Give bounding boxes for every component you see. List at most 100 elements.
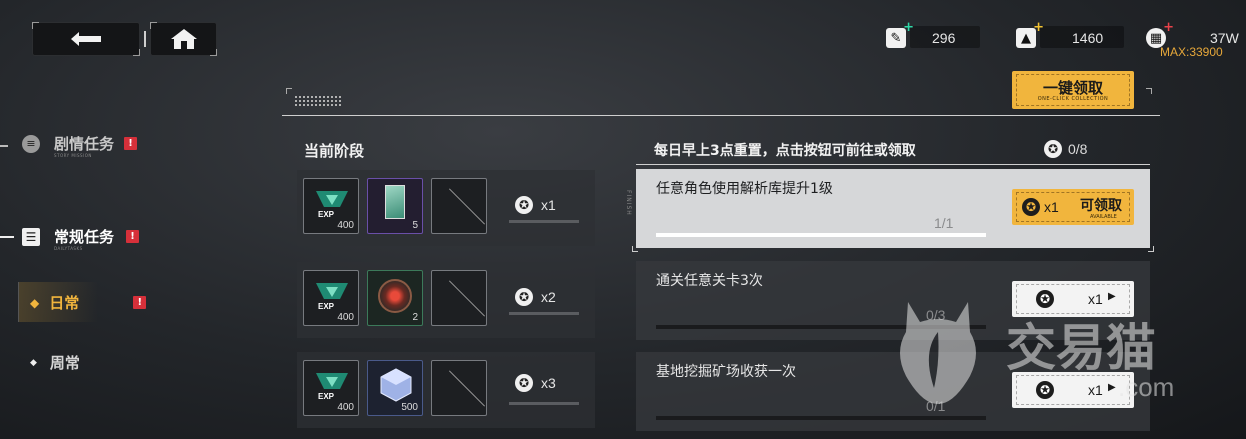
exp-icon: EXP (316, 283, 348, 311)
resource-value: 37W (1210, 30, 1239, 46)
star-coin-icon: ✪ (1044, 140, 1062, 158)
frame-line (282, 115, 1160, 116)
reward-track (509, 312, 579, 315)
stage-reward: ✪ x2 (515, 288, 556, 306)
item-count: 400 (337, 312, 354, 323)
svg-text:EXP: EXP (318, 392, 335, 401)
resource-max: MAX:33900 (1160, 45, 1223, 59)
star-coin-icon: ✪ (515, 288, 533, 306)
sidebar-item-label: 周常 (49, 354, 80, 372)
cat-logo-icon (900, 302, 976, 404)
list-icon: ≡ (22, 134, 40, 153)
resource-value: 296 (932, 30, 956, 46)
resource-triangle[interactable]: ▲ + 1460 (1016, 20, 1104, 52)
tasks-progress-value: 0/8 (1068, 141, 1088, 157)
star-coin-icon: ✪ (1022, 198, 1040, 216)
task-progress: 1/1 (934, 215, 954, 231)
sidebar-item-weekly[interactable]: ◆ 周常 (30, 352, 80, 373)
corner-mark (632, 246, 638, 252)
item-count: 500 (401, 402, 418, 413)
pen-icon: ✎ + (886, 20, 914, 48)
exp-item[interactable]: EXP 400 (303, 270, 359, 326)
watermark: 交易猫 .com (878, 292, 1174, 416)
corner-mark (1148, 246, 1154, 252)
star-coin-icon: ✪ (515, 196, 533, 214)
task-row: 任意角色使用解析库提升1级 1/1 ✪ x1 可领取 AVAILABLE (632, 169, 1154, 252)
svg-text:EXP: EXP (318, 210, 335, 219)
play-arrow-icon: ▶ (1108, 291, 1116, 302)
reward-track (509, 402, 579, 405)
tasks-progress: ✪ 0/8 (1044, 140, 1087, 158)
stage-reward: ✪ x3 (515, 374, 556, 392)
exp-item[interactable]: EXP 400 (303, 360, 359, 416)
exp-icon: EXP (316, 191, 348, 219)
stage-row: EXP 400 5 ✪ x1 (297, 170, 595, 246)
sidebar-item-sub: DAILYTASKS (54, 246, 83, 251)
home-icon (170, 29, 197, 49)
claim-button[interactable]: ✪ x1 可领取 AVAILABLE (1012, 189, 1134, 225)
card-icon (385, 185, 405, 219)
watermark-text: 交易猫 (1006, 319, 1156, 377)
claim-label: 可领取 (1080, 198, 1122, 214)
stage-reward: ✪ x1 (515, 196, 556, 214)
corner-mark (286, 88, 292, 94)
exp-icon: EXP (316, 373, 348, 401)
stage-row: EXP 400 2 ✪ x2 (297, 262, 595, 338)
nav-tick (0, 145, 8, 147)
chip-item[interactable]: 2 (367, 270, 423, 326)
back-button[interactable] (32, 22, 140, 56)
cube-icon (380, 368, 412, 402)
reward-mult: x1 (1088, 291, 1103, 307)
resource-pen[interactable]: ✎ + 296 (886, 20, 956, 52)
reward-mult: x3 (541, 375, 556, 391)
corner-mark (1146, 88, 1152, 94)
task-progress-bar (656, 233, 986, 237)
star-coin-icon: ✪ (1036, 290, 1054, 308)
cube-item[interactable]: 500 (367, 360, 423, 416)
reward-mult: x2 (541, 289, 556, 305)
empty-slot (431, 360, 487, 416)
list-icon: ☰ (22, 227, 40, 246)
task-progress-bar (656, 416, 986, 420)
item-count: 5 (412, 220, 418, 231)
star-coin-icon: ✪ (515, 374, 533, 392)
stage-title: 当前阶段 (304, 142, 365, 160)
home-button[interactable] (150, 22, 217, 56)
stage-row: EXP 400 500 ✪ x3 (297, 352, 595, 428)
diamond-icon: ◆ (30, 295, 40, 310)
card-item[interactable]: 5 (367, 178, 423, 234)
sidebar-item-routine[interactable]: ☰ 常规任务 DAILYTASKS ! (22, 226, 140, 251)
star-coin-icon: ✪ (1036, 381, 1054, 399)
diamond-icon: ◆ (30, 357, 37, 368)
item-count: 400 (337, 402, 354, 413)
finish-label: FINISH (625, 190, 632, 216)
sidebar-item-story[interactable]: ≡ 剧情任务 STORY MISSION ! (22, 133, 138, 158)
claim-all-label: 一键领取 (1042, 79, 1103, 97)
sidebar-item-label: 常规任务 (54, 228, 115, 246)
alert-badge: ! (126, 230, 140, 243)
exp-item[interactable]: EXP 400 (303, 178, 359, 234)
reward-mult: x1 (1044, 199, 1059, 215)
sidebar-item-label: 日常 (49, 294, 80, 312)
nav-tick-active (0, 236, 14, 238)
reward-mult: x1 (1088, 382, 1103, 398)
claim-sub: AVAILABLE (1090, 214, 1117, 220)
alert-badge: ! (133, 296, 147, 309)
reward-mult: x1 (541, 197, 556, 213)
resource-value: 1460 (1072, 30, 1104, 46)
sidebar-item-label: 剧情任务 (54, 135, 115, 153)
play-arrow-icon: ▶ (1108, 382, 1116, 393)
task-title: 通关任意关卡3次 (656, 273, 763, 289)
item-count: 2 (412, 312, 418, 323)
triangle-icon: ▲ + (1016, 20, 1044, 48)
reward-track (509, 220, 579, 223)
claim-all-sub: ONE-CLICK COLLECTION (1037, 96, 1109, 102)
empty-slot (431, 270, 487, 326)
tasks-header-text: 每日早上3点重置，点击按钮可前往或领取 (654, 143, 916, 159)
claim-all-button[interactable]: 一键领取 ONE-CLICK COLLECTION (1012, 71, 1134, 109)
sidebar-item-daily[interactable]: ◆ 日常 ! (30, 292, 147, 313)
empty-slot (431, 178, 487, 234)
chip-item-icon (378, 279, 412, 313)
dot-pattern (294, 95, 342, 107)
alert-badge: ! (124, 137, 138, 150)
